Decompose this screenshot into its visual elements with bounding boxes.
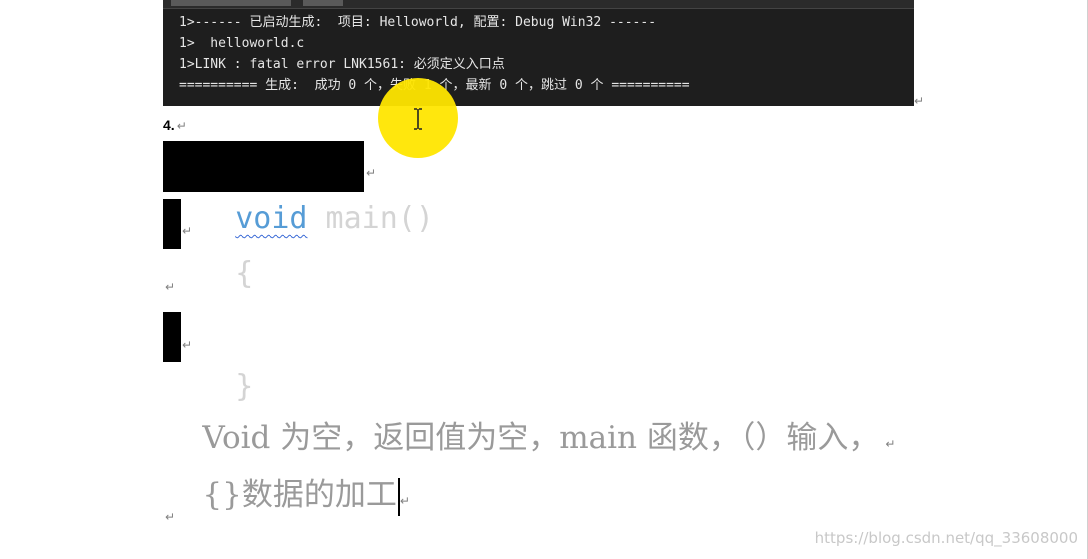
keyword-void: void bbox=[235, 201, 308, 236]
paragraph-mark: ↵ bbox=[366, 166, 377, 180]
paragraph-mark: ↵ bbox=[885, 437, 896, 451]
paragraph-mark: ↵ bbox=[914, 94, 925, 108]
paragraph-mark: ↵ bbox=[182, 338, 193, 352]
code-line-void-main[interactable]: void main() bbox=[163, 141, 434, 236]
output-line: 1> helloworld.c bbox=[179, 36, 305, 51]
note-text: {}数据的加工 bbox=[202, 477, 397, 513]
note-line-2[interactable]: {}数据的加工 ↵ bbox=[163, 433, 410, 552]
output-line: 1>LINK : fatal error LNK1561: 必须定义入口点 bbox=[179, 57, 505, 72]
paragraph-mark: ↵ bbox=[176, 119, 187, 133]
document-page: 1>------ 已启动生成: 项目: Helloworld, 配置: Debu… bbox=[0, 0, 1088, 559]
open-brace: { bbox=[235, 256, 254, 291]
output-line: 1>------ 已启动生成: 项目: Helloworld, 配置: Debu… bbox=[179, 15, 657, 30]
function-signature: main() bbox=[307, 201, 434, 236]
titlebar-fragment bbox=[303, 0, 343, 6]
titlebar-fragment bbox=[171, 0, 291, 6]
paragraph-mark: ↵ bbox=[165, 280, 176, 294]
ibeam-cursor-icon bbox=[414, 108, 422, 130]
build-output-panel: 1>------ 已启动生成: 项目: Helloworld, 配置: Debu… bbox=[163, 0, 914, 106]
section-number[interactable]: 4. ↵ bbox=[163, 117, 187, 133]
code-line-close-brace[interactable]: } bbox=[163, 312, 253, 404]
watermark: https://blog.csdn.net/qq_33608000 bbox=[814, 529, 1078, 547]
paragraph-mark: ↵ bbox=[182, 224, 193, 238]
output-panel-titlebar bbox=[163, 0, 914, 9]
code-line-open-brace[interactable]: { bbox=[163, 199, 253, 291]
section-number-text: 4. bbox=[163, 117, 175, 133]
paragraph-mark: ↵ bbox=[165, 510, 176, 524]
paragraph-mark: ↵ bbox=[399, 494, 410, 508]
